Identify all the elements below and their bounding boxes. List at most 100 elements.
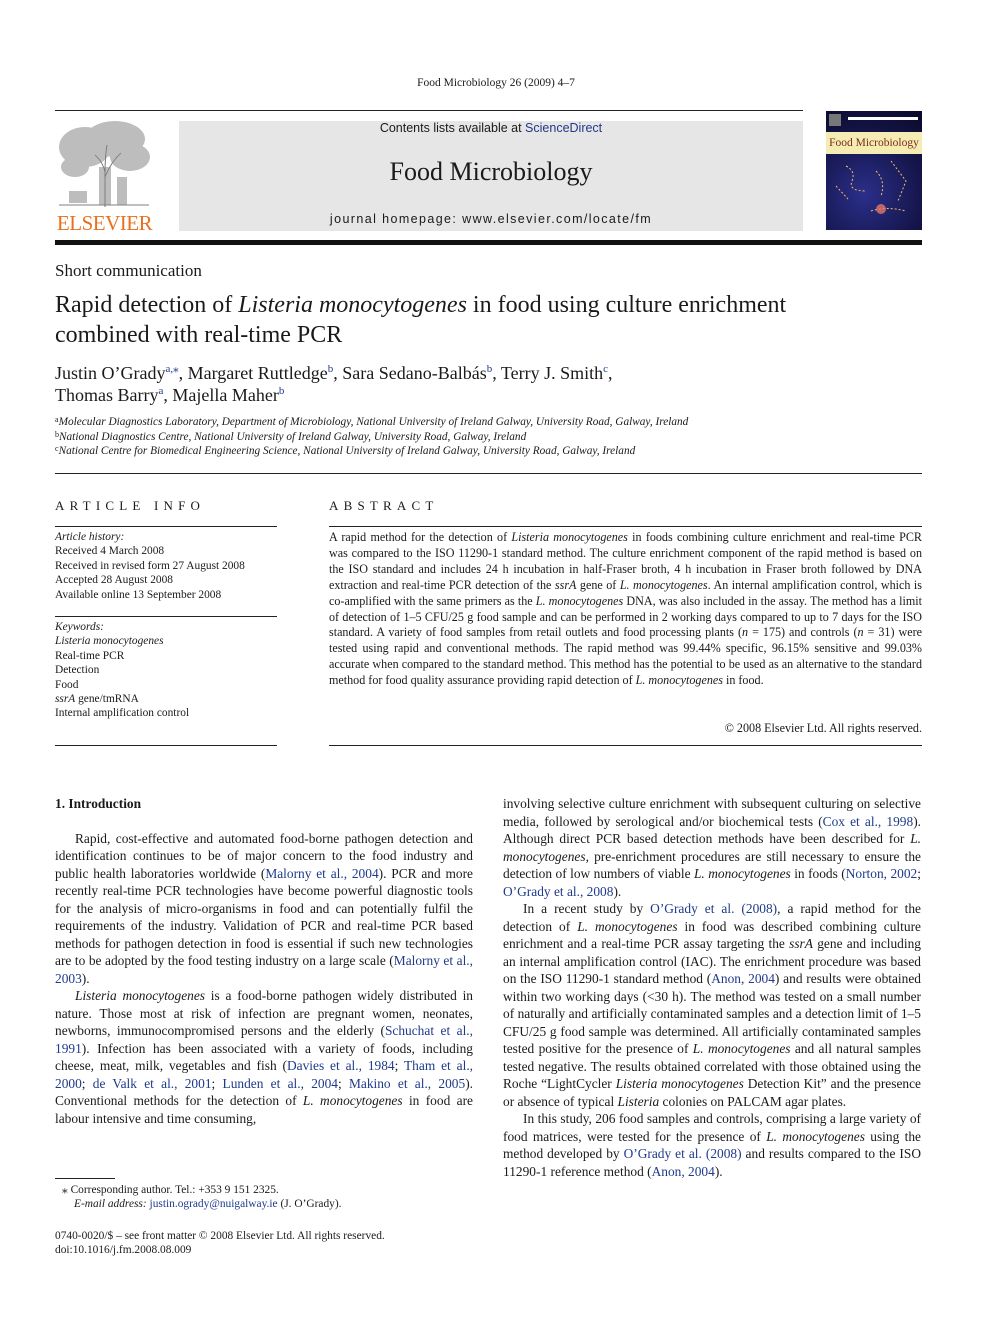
author-name: Terry J. Smith xyxy=(500,363,604,383)
divider xyxy=(55,526,277,527)
affiliation-text: National Diagnostics Centre, National Un… xyxy=(59,430,527,443)
doi[interactable]: doi:10.1016/j.fm.2008.08.009 xyxy=(55,1243,475,1257)
affiliation-rule xyxy=(55,473,922,474)
corresponding-author: Corresponding author. Tel.: +353 9 151 2… xyxy=(70,1184,279,1196)
citation-link[interactable]: Norton, 2002 xyxy=(846,866,918,881)
contents-prefix: Contents lists available at xyxy=(379,121,526,135)
journal-name: Food Microbiology xyxy=(389,157,593,186)
citation-link[interactable]: O’Grady et al. (2008) xyxy=(624,1146,742,1161)
article-type: Short communication xyxy=(55,261,202,280)
abstract-copyright: © 2008 Elsevier Ltd. All rights reserved… xyxy=(724,721,922,735)
elsevier-logo[interactable]: ELSEVIER xyxy=(53,117,156,235)
title-species: Listeria monocytogenes xyxy=(238,292,467,318)
author[interactable]: Majella Maherb xyxy=(172,385,284,405)
email-label: E-mail address: xyxy=(74,1198,147,1211)
author-name: Majella Maher xyxy=(172,385,279,405)
contents-line: Contents lists available at ScienceDirec… xyxy=(179,121,803,135)
article-history: Article history: Received 4 March 2008 R… xyxy=(55,530,285,602)
history-item: Available online 13 September 2008 xyxy=(55,588,222,601)
citation-link[interactable]: Cox et al., 1998 xyxy=(823,814,914,829)
keyword: Internal amplification control xyxy=(55,707,190,720)
issn-line: 0740-0020/$ – see front matter © 2008 El… xyxy=(55,1230,385,1242)
author[interactable]: Margaret Ruttledgeb xyxy=(188,363,334,383)
body-column-left: 1. Introduction Rapid, cost-effective an… xyxy=(55,795,473,1127)
keyword: Listeria monocytogenes xyxy=(55,635,164,648)
author[interactable]: Justin O’Gradya,⁎ xyxy=(55,363,179,383)
masthead-rule xyxy=(55,240,922,245)
front-matter: 0740-0020/$ – see front matter © 2008 El… xyxy=(55,1229,475,1258)
separator: , xyxy=(333,363,343,383)
affiliations: aMolecular Diagnostics Laboratory, Depar… xyxy=(55,415,855,459)
author-list: Justin O’Gradya,⁎, Margaret Ruttledgeb, … xyxy=(55,362,815,406)
email-link[interactable]: justin.ogrady@nuigalway.ie xyxy=(150,1198,278,1210)
affiliation-text: National Centre for Biomedical Engineeri… xyxy=(58,445,636,458)
author-name: Thomas Barry xyxy=(55,385,159,405)
author-name: Justin O’Grady xyxy=(55,363,166,383)
article-title: Rapid detection of Listeria monocytogene… xyxy=(55,290,815,350)
divider xyxy=(329,745,922,746)
tree-logo-icon xyxy=(59,121,150,207)
header-rule xyxy=(55,110,803,111)
email-suffix: (J. O’Grady). xyxy=(277,1198,342,1211)
keyword: Real-time PCR xyxy=(55,649,125,662)
footnote: ⁎ Corresponding author. Tel.: +353 9 151… xyxy=(62,1183,482,1212)
journal-banner: Contents lists available at ScienceDirec… xyxy=(179,121,803,231)
sciencedirect-link[interactable]: ScienceDirect xyxy=(525,121,602,135)
history-item: Received 4 March 2008 xyxy=(55,545,165,558)
author-affiliation-marker[interactable]: b xyxy=(279,385,285,397)
author[interactable]: Sara Sedano-Balbásb xyxy=(342,363,492,383)
running-head: Food Microbiology 26 (2009) 4–7 xyxy=(417,77,575,89)
keyword: Food xyxy=(55,678,79,691)
author[interactable]: Terry J. Smithc xyxy=(501,363,608,383)
abstract-text: A rapid method for the detection of List… xyxy=(329,530,922,688)
citation-link[interactable]: Malorny et al., 2003 xyxy=(55,953,473,986)
divider xyxy=(55,745,277,746)
keyword: Detection xyxy=(55,664,100,677)
footnote-rule xyxy=(55,1178,115,1179)
history-item: Received in revised form 27 August 2008 xyxy=(55,559,245,572)
title-part: Rapid detection of xyxy=(55,292,239,318)
citation-link[interactable]: O’Grady et al., 2008 xyxy=(503,884,613,899)
body-paragraph: Rapid, cost-effective and automated food… xyxy=(55,830,473,986)
publisher-wordmark: ELSEVIER xyxy=(56,211,153,235)
separator: , xyxy=(492,363,501,383)
citation-link[interactable]: Anon, 2004 xyxy=(711,971,775,986)
affiliation: cNational Centre for Biomedical Engineer… xyxy=(55,444,855,459)
body-paragraph: In a recent study by O’Grady et al. (200… xyxy=(503,901,921,1109)
body-paragraph: In this study, 206 food samples and cont… xyxy=(503,1111,921,1179)
citation-link[interactable]: Lunden et al., 2004 xyxy=(223,1076,338,1091)
divider xyxy=(329,526,922,527)
author-name: Margaret Ruttledge xyxy=(187,363,328,383)
citation-link[interactable]: de Valk et al., 2001 xyxy=(93,1076,212,1091)
divider xyxy=(55,616,277,617)
separator: , xyxy=(178,363,188,383)
footnote-marker: ⁎ xyxy=(62,1184,68,1196)
citation-link[interactable]: Malorny et al., 2004 xyxy=(265,866,378,881)
affiliation-text: Molecular Diagnostics Laboratory, Depart… xyxy=(58,416,689,428)
author[interactable]: Thomas Barrya xyxy=(55,385,163,405)
author-name: Sara Sedano-Balbás xyxy=(342,363,487,383)
citation-link[interactable]: Schuchat et al., 1991 xyxy=(55,1023,473,1056)
keyword: ssrA gene/tmRNA xyxy=(55,693,139,706)
abstract-heading: ABSTRACT xyxy=(329,498,439,513)
citation-link[interactable]: Anon, 2004 xyxy=(652,1164,715,1179)
citation-link[interactable]: O’Grady et al. (2008) xyxy=(650,901,777,916)
citation-link[interactable]: Makino et al., 2005 xyxy=(349,1076,465,1091)
article-info-heading: ARTICLE INFO xyxy=(55,498,206,513)
keywords-label: Keywords: xyxy=(55,621,104,633)
citation-link[interactable]: Davies et al., 1984 xyxy=(287,1058,395,1073)
body-paragraph: Listeria monocytogenes is a food-borne p… xyxy=(55,988,474,1126)
affiliation: bNational Diagnostics Centre, National U… xyxy=(55,430,855,445)
history-item: Accepted 28 August 2008 xyxy=(55,574,173,587)
body-paragraph: involving selective culture enrichment w… xyxy=(503,796,921,899)
journal-homepage-link[interactable]: journal homepage: www.elsevier.com/locat… xyxy=(179,212,803,226)
history-label: Article history: xyxy=(55,531,125,543)
affiliation: aMolecular Diagnostics Laboratory, Depar… xyxy=(55,415,855,430)
journal-cover-thumbnail[interactable]: Food Microbiology xyxy=(826,111,922,230)
keywords: Keywords: Listeria monocytogenes Real-ti… xyxy=(55,620,285,721)
cover-micrograph-icon xyxy=(835,160,907,214)
author-affiliation-marker[interactable]: a,⁎ xyxy=(166,363,179,375)
section-heading-introduction: 1. Introduction xyxy=(55,796,142,811)
body-column-right: involving selective culture enrichment w… xyxy=(503,795,921,1180)
separator: , xyxy=(608,363,613,383)
